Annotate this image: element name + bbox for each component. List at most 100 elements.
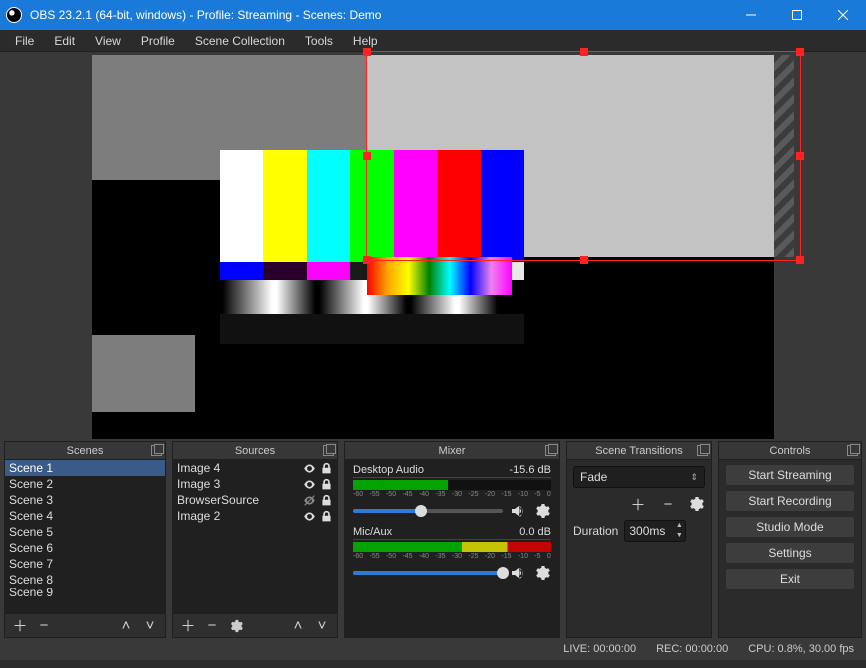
lock-icon[interactable] bbox=[319, 461, 333, 475]
sources-list: Image 4 Image 3 BrowserSource bbox=[173, 460, 337, 524]
spin-up-icon[interactable]: ▲ bbox=[673, 521, 685, 531]
eye-icon[interactable] bbox=[302, 461, 316, 475]
panel-header[interactable]: Scenes bbox=[5, 442, 165, 460]
popout-icon[interactable] bbox=[847, 445, 858, 456]
menu-profile[interactable]: Profile bbox=[132, 32, 184, 50]
studio-mode-button[interactable]: Studio Mode bbox=[725, 516, 855, 538]
duration-label: Duration bbox=[573, 524, 618, 538]
duration-spinner[interactable]: ▲ ▼ bbox=[624, 520, 686, 542]
status-bar: LIVE: 00:00:00 REC: 00:00:00 CPU: 0.8%, … bbox=[0, 638, 866, 660]
menu-help[interactable]: Help bbox=[344, 32, 387, 50]
gear-icon[interactable] bbox=[533, 564, 551, 582]
remove-scene-button[interactable]: − bbox=[33, 616, 55, 636]
spin-down-icon[interactable]: ▼ bbox=[673, 531, 685, 541]
source-properties-button[interactable] bbox=[225, 616, 247, 636]
scene-item[interactable]: Scene 8 bbox=[5, 572, 165, 588]
start-streaming-button[interactable]: Start Streaming bbox=[725, 464, 855, 486]
volume-slider[interactable] bbox=[353, 571, 503, 575]
popout-icon[interactable] bbox=[151, 445, 162, 456]
start-recording-button[interactable]: Start Recording bbox=[725, 490, 855, 512]
panel-header[interactable]: Sources bbox=[173, 442, 337, 460]
move-up-button[interactable]: ˄ bbox=[115, 616, 137, 636]
remove-transition-button[interactable]: − bbox=[657, 494, 679, 514]
lock-icon[interactable] bbox=[319, 493, 333, 507]
resize-handle[interactable] bbox=[796, 152, 804, 160]
resize-handle[interactable] bbox=[796, 256, 804, 264]
sources-panel: Sources Image 4 Image 3 bbox=[172, 441, 338, 638]
scene-item[interactable]: Scene 1 bbox=[5, 460, 165, 476]
track-name: Desktop Audio bbox=[353, 464, 424, 476]
source-item[interactable]: Image 4 bbox=[173, 460, 337, 476]
app-icon bbox=[6, 7, 22, 23]
panel-header[interactable]: Scene Transitions bbox=[567, 442, 711, 460]
track-db: 0.0 dB bbox=[519, 526, 551, 538]
speaker-icon[interactable] bbox=[509, 564, 527, 582]
menu-view[interactable]: View bbox=[86, 32, 130, 50]
preview-crop-stripes bbox=[774, 55, 794, 257]
exit-button[interactable]: Exit bbox=[725, 568, 855, 590]
mixer-panel: Mixer Desktop Audio -15.6 dB -60-55-50 -… bbox=[344, 441, 560, 638]
scene-item[interactable]: Scene 2 bbox=[5, 476, 165, 492]
source-name: Image 4 bbox=[177, 460, 220, 476]
status-rec: REC: 00:00:00 bbox=[656, 643, 728, 655]
popout-icon[interactable] bbox=[323, 445, 334, 456]
panel-header[interactable]: Mixer bbox=[345, 442, 559, 460]
scene-item[interactable]: Scene 3 bbox=[5, 492, 165, 508]
source-item[interactable]: Image 3 bbox=[173, 476, 337, 492]
status-live: LIVE: 00:00:00 bbox=[563, 643, 636, 655]
gear-icon[interactable] bbox=[533, 502, 551, 520]
scenes-list: Scene 1 Scene 2 Scene 3 Scene 4 Scene 5 … bbox=[5, 460, 165, 596]
preview-colorbars bbox=[220, 150, 524, 344]
eye-icon[interactable] bbox=[302, 477, 316, 491]
panel-title: Scenes bbox=[67, 445, 104, 457]
scene-item[interactable]: Scene 5 bbox=[5, 524, 165, 540]
menu-scene-collection[interactable]: Scene Collection bbox=[186, 32, 294, 50]
preview-layer bbox=[367, 257, 512, 295]
eye-off-icon[interactable] bbox=[302, 493, 316, 507]
window-title: OBS 23.2.1 (64-bit, windows) - Profile: … bbox=[30, 8, 728, 22]
transition-select[interactable]: Fade ⇕ bbox=[573, 466, 705, 488]
source-item[interactable]: Image 2 bbox=[173, 508, 337, 524]
window-close-button[interactable] bbox=[820, 0, 866, 30]
menu-bar: File Edit View Profile Scene Collection … bbox=[0, 30, 866, 52]
resize-handle[interactable] bbox=[580, 256, 588, 264]
popout-icon[interactable] bbox=[545, 445, 556, 456]
add-transition-button[interactable]: ＋ bbox=[627, 494, 649, 514]
move-down-button[interactable]: ˅ bbox=[139, 616, 161, 636]
volume-slider[interactable] bbox=[353, 509, 503, 513]
lock-icon[interactable] bbox=[319, 509, 333, 523]
lock-icon[interactable] bbox=[319, 477, 333, 491]
panel-title: Mixer bbox=[439, 445, 466, 457]
popout-icon[interactable] bbox=[697, 445, 708, 456]
speaker-icon[interactable] bbox=[509, 502, 527, 520]
source-item[interactable]: BrowserSource bbox=[173, 492, 337, 508]
preview-canvas[interactable] bbox=[92, 55, 774, 439]
window-maximize-button[interactable] bbox=[774, 0, 820, 30]
scene-item[interactable]: Scene 4 bbox=[5, 508, 165, 524]
remove-source-button[interactable]: − bbox=[201, 616, 223, 636]
track-name: Mic/Aux bbox=[353, 526, 392, 538]
scene-item[interactable]: Scene 9 bbox=[5, 588, 165, 596]
menu-edit[interactable]: Edit bbox=[45, 32, 84, 50]
settings-button[interactable]: Settings bbox=[725, 542, 855, 564]
eye-icon[interactable] bbox=[302, 509, 316, 523]
add-source-button[interactable]: ＋ bbox=[177, 616, 199, 636]
move-down-button[interactable]: ˅ bbox=[311, 616, 333, 636]
scene-item[interactable]: Scene 7 bbox=[5, 556, 165, 572]
scene-item[interactable]: Scene 6 bbox=[5, 540, 165, 556]
title-bar: OBS 23.2.1 (64-bit, windows) - Profile: … bbox=[0, 0, 866, 30]
add-scene-button[interactable]: ＋ bbox=[9, 616, 31, 636]
move-up-button[interactable]: ˄ bbox=[287, 616, 309, 636]
window-minimize-button[interactable] bbox=[728, 0, 774, 30]
preview-area bbox=[0, 52, 866, 441]
vu-ticks: -60-55-50 -45-40-35 -30-25-20 -15-10-5 0 bbox=[353, 553, 551, 560]
duration-input[interactable] bbox=[625, 524, 673, 538]
menu-tools[interactable]: Tools bbox=[296, 32, 342, 50]
vu-meter bbox=[353, 480, 551, 490]
scenes-panel: Scenes Scene 1 Scene 2 Scene 3 Scene 4 S… bbox=[4, 441, 166, 638]
dropdown-icon: ⇕ bbox=[690, 472, 698, 483]
gear-icon[interactable] bbox=[687, 495, 705, 513]
panel-title: Scene Transitions bbox=[595, 445, 682, 457]
panel-header[interactable]: Controls bbox=[719, 442, 861, 460]
menu-file[interactable]: File bbox=[6, 32, 43, 50]
